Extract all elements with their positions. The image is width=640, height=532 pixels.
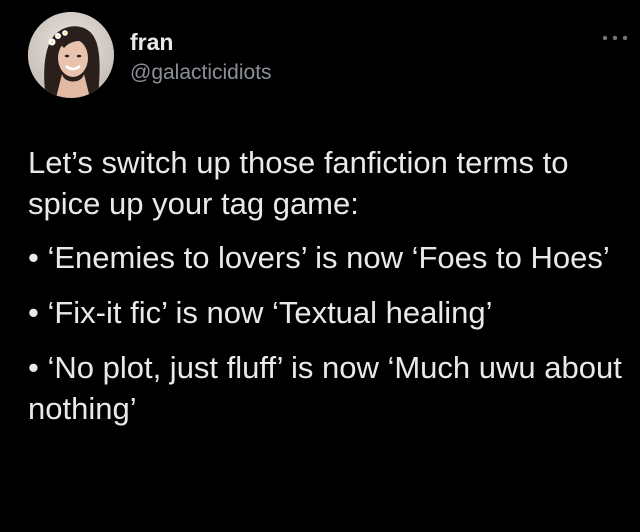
list-item: • ‘No plot, just fluff’ is now ‘Much uwu… [28,350,622,426]
tweet-intro: Let’s switch up those fanfiction terms t… [28,145,569,221]
display-name[interactable]: fran [130,28,173,56]
tweet-card: fran @galacticidiots Let’s switch up tho… [0,0,640,532]
avatar-photo [28,12,114,98]
user-handle[interactable]: @galacticidiots [130,60,272,86]
tweet-text: Let’s switch up those fanfiction terms t… [28,142,632,429]
list-item: • ‘Fix-it fic’ is now ‘Textual healing’ [28,295,493,330]
avatar[interactable] [28,12,114,98]
list-item: • ‘Enemies to lovers’ is now ‘Foes to Ho… [28,240,610,275]
more-dots-icon[interactable] [600,30,630,46]
